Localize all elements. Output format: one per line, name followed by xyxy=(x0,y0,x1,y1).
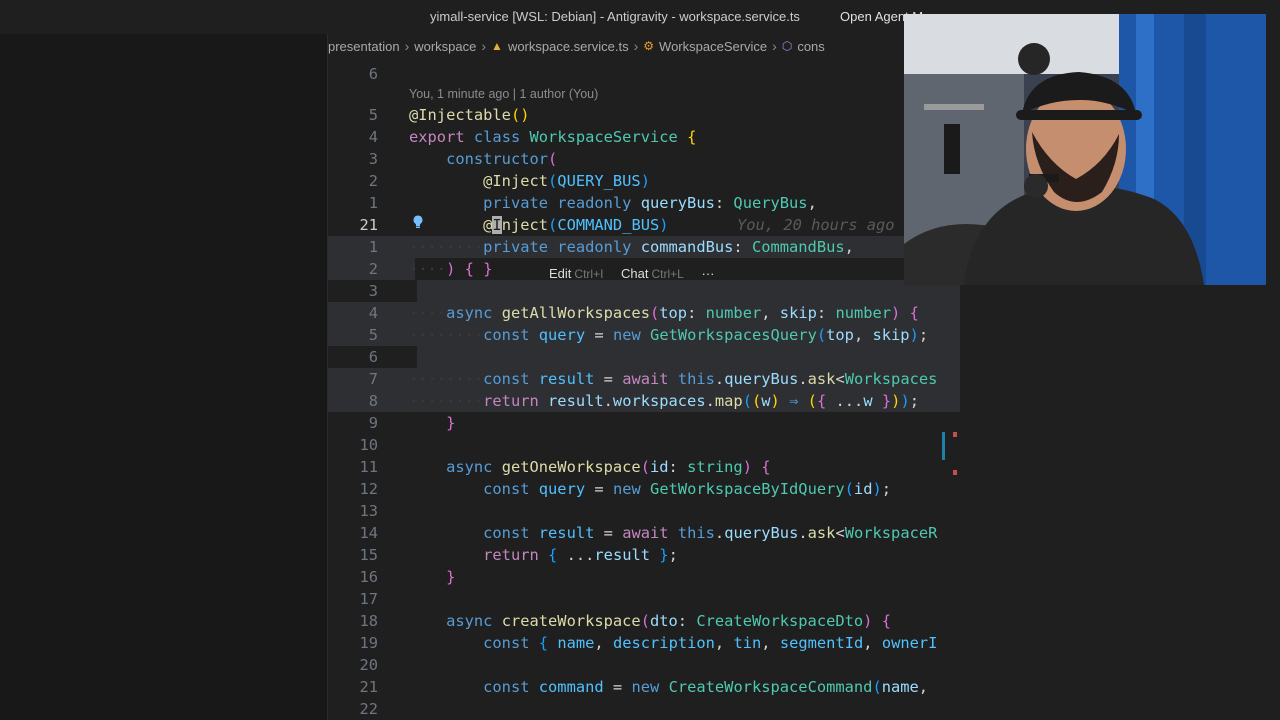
codelens-author-info[interactable]: You, 1 minute ago | 1 author (You) xyxy=(409,87,598,101)
line-number: 5 xyxy=(368,106,378,124)
code-line[interactable]: 7 ········const result = await this.query… xyxy=(328,368,960,390)
code-line[interactable]: 12 const query = new GetWorkspaceByIdQue… xyxy=(328,478,960,500)
line-number: 3 xyxy=(368,150,378,168)
line-number: 2 xyxy=(368,260,378,278)
code-line[interactable]: 1 private readonly queryBus: QueryBus, xyxy=(328,192,960,214)
code-line-blank[interactable] xyxy=(417,346,960,368)
angular-file-icon: ▲ xyxy=(491,39,503,54)
breadcrumb-item-constructor[interactable]: ⬡ cons xyxy=(782,38,825,54)
breadcrumb-item-file[interactable]: ▲ workspace.service.ts xyxy=(491,38,629,54)
code-line-blank[interactable] xyxy=(417,280,960,302)
code-line[interactable]: 11 async getOneWorkspace(id: string) { xyxy=(328,456,960,478)
line-number: 5 xyxy=(368,326,378,344)
line-number: 1 xyxy=(368,194,378,212)
line-number: 20 xyxy=(359,656,378,674)
code-line[interactable]: 18 async createWorkspace(dto: CreateWork… xyxy=(328,610,960,632)
code-line[interactable]: 2 ····) { } xyxy=(328,258,492,280)
breadcrumb-item-presentation[interactable]: presentation xyxy=(328,38,400,54)
line-number: 9 xyxy=(368,414,378,432)
code-line[interactable]: 21 const command = new CreateWorkspaceCo… xyxy=(328,676,960,698)
code-line[interactable]: 8 ········return result.workspaces.map((w… xyxy=(328,390,960,412)
chevron-right-icon: › xyxy=(404,37,410,54)
breadcrumb-item-class[interactable]: ⚙ WorkspaceService xyxy=(643,38,767,54)
more-actions-icon[interactable]: ··· xyxy=(701,266,714,281)
line-number: 8 xyxy=(368,392,378,410)
chevron-right-icon: › xyxy=(772,37,777,54)
code-line[interactable]: 5 @Injectable() xyxy=(328,104,960,126)
line-number: 4 xyxy=(368,304,378,322)
line-number: 13 xyxy=(359,502,378,520)
webcam-overlay xyxy=(904,14,1266,285)
code-line[interactable]: 16 } xyxy=(328,566,960,588)
code-line[interactable]: 19 const { name, description, tin, segme… xyxy=(328,632,960,654)
code-line[interactable]: 2 @Inject(QUERY_BUS) xyxy=(328,170,960,192)
code-line[interactable]: 14 const result = await this.queryBus.as… xyxy=(328,522,960,544)
line-number: 7 xyxy=(368,370,378,388)
line-number: 18 xyxy=(359,612,378,630)
chevron-right-icon: › xyxy=(633,37,639,54)
breadcrumb-item-workspace[interactable]: workspace xyxy=(414,38,476,54)
change-marker xyxy=(942,432,945,460)
code-line[interactable]: 22 xyxy=(328,698,960,720)
error-marker xyxy=(953,470,957,475)
line-number: 19 xyxy=(359,634,378,652)
cube-icon: ⬡ xyxy=(781,39,793,54)
left-editor-pane xyxy=(0,34,327,720)
line-number: 1 xyxy=(368,238,378,256)
code-line[interactable]: 1 ········private readonly commandBus: Co… xyxy=(328,236,960,258)
line-number: 22 xyxy=(359,700,378,718)
inline-chat-action[interactable]: Chat Ctrl+L xyxy=(621,266,684,281)
line-number: 21 xyxy=(359,216,378,234)
code-line[interactable]: 6 xyxy=(328,346,388,368)
line-number: 11 xyxy=(359,458,378,476)
inline-edit-action[interactable]: Edit Ctrl+I xyxy=(549,266,603,281)
code-line[interactable]: 20 xyxy=(328,654,960,676)
line-number: 12 xyxy=(359,480,378,498)
code-line[interactable]: 13 xyxy=(328,500,960,522)
code-line[interactable]: 9 } xyxy=(328,412,960,434)
git-blame-annotation: You, 20 hours ago xyxy=(737,216,895,234)
line-number: 2 xyxy=(368,172,378,190)
class-icon: ⚙ xyxy=(643,39,655,54)
code-line[interactable]: 5 ········const query = new GetWorkspaces… xyxy=(328,324,960,346)
code-line[interactable]: 4 ····async getAllWorkspaces(top: number,… xyxy=(328,302,960,324)
chevron-right-icon: › xyxy=(481,37,487,54)
code-line[interactable]: 6 xyxy=(328,63,960,85)
line-number: 6 xyxy=(368,65,378,83)
line-number: 10 xyxy=(359,436,378,454)
code-line[interactable]: 3 xyxy=(328,280,388,302)
error-marker xyxy=(953,432,957,437)
line-number: 4 xyxy=(368,128,378,146)
line-number: 6 xyxy=(368,348,378,366)
lightbulb-icon[interactable] xyxy=(410,214,426,230)
line-number: 14 xyxy=(359,524,378,542)
line-number: 16 xyxy=(359,568,378,586)
code-line[interactable]: 17 xyxy=(328,588,960,610)
line-number: 21 xyxy=(359,678,378,696)
code-line[interactable]: 15 return { ...result }; xyxy=(328,544,960,566)
code-line[interactable]: 3 constructor( xyxy=(328,148,960,170)
line-number: 15 xyxy=(359,546,378,564)
code-line[interactable]: 4 export class WorkspaceService { xyxy=(328,126,960,148)
line-number: 3 xyxy=(368,282,378,300)
code-line[interactable]: 10 xyxy=(328,434,960,456)
line-number: 17 xyxy=(359,590,378,608)
